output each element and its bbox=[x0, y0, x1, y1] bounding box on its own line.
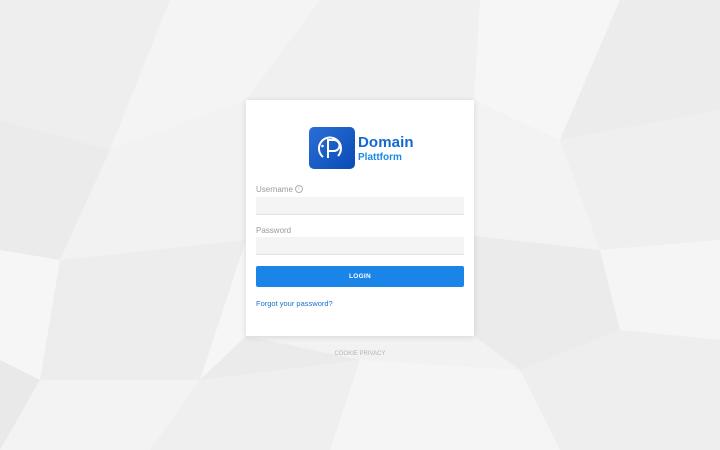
password-input[interactable] bbox=[256, 237, 464, 255]
password-label: Password bbox=[256, 226, 292, 235]
brand-logo: Domain Plattform bbox=[309, 127, 419, 171]
brand-name-line2: Plattform bbox=[358, 152, 402, 163]
username-label: Username i bbox=[256, 184, 303, 194]
info-icon[interactable]: i bbox=[294, 184, 303, 193]
forgot-password-link[interactable]: Forgot your password? bbox=[256, 299, 333, 308]
login-button[interactable]: LOGIN bbox=[256, 266, 464, 287]
footer-links: COOKIE PRIVACY bbox=[0, 351, 720, 357]
cookie-link[interactable]: COOKIE bbox=[335, 351, 358, 357]
login-card: Domain Plattform Username i Password LOGI… bbox=[246, 100, 474, 336]
p-monogram-icon bbox=[309, 127, 355, 169]
username-label-text: Username bbox=[256, 185, 293, 194]
brand-name-line1: Domain bbox=[358, 134, 414, 151]
privacy-link[interactable]: PRIVACY bbox=[360, 351, 386, 357]
username-input[interactable] bbox=[256, 197, 464, 215]
